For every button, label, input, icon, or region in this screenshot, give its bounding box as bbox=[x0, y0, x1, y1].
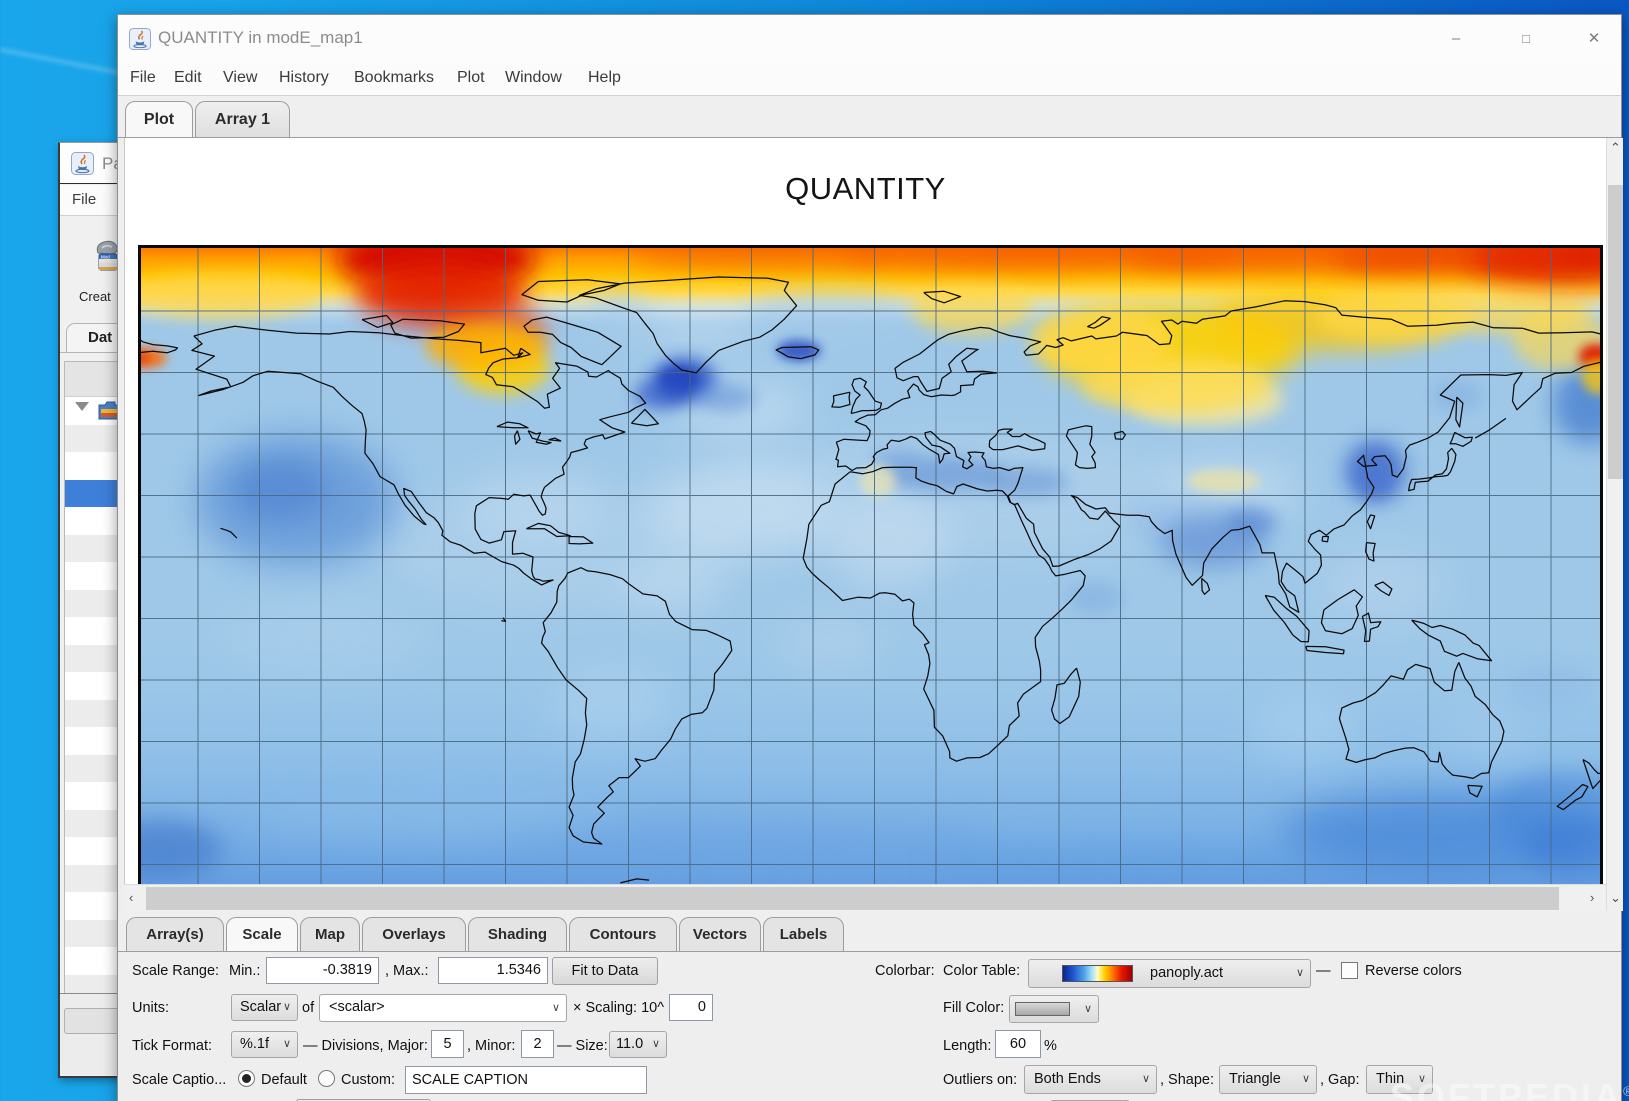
svg-text:Mod: Mod bbox=[101, 255, 110, 260]
